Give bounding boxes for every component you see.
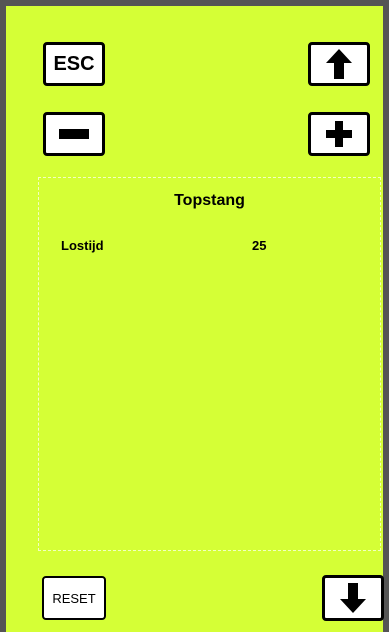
esc-button[interactable]: ESC — [43, 42, 105, 86]
parameter-label: Lostijd — [61, 238, 104, 253]
parameter-value: 25 — [252, 238, 267, 253]
reset-button[interactable]: RESET — [42, 576, 106, 620]
arrow-down-icon — [340, 583, 366, 613]
minus-icon — [59, 129, 89, 139]
parameter-panel: Topstang Lostijd 25 — [38, 177, 381, 551]
increase-button[interactable] — [308, 112, 370, 156]
control-screen: ESC Topstang Lostijd 25 RESET — [0, 0, 389, 632]
plus-icon — [326, 121, 352, 147]
panel-title: Topstang — [174, 192, 245, 209]
decrease-button[interactable] — [43, 112, 105, 156]
scroll-down-button[interactable] — [322, 575, 384, 621]
scroll-up-button[interactable] — [308, 42, 370, 86]
esc-label: ESC — [53, 52, 95, 75]
arrow-up-icon — [326, 49, 352, 79]
reset-label: RESET — [52, 590, 96, 606]
